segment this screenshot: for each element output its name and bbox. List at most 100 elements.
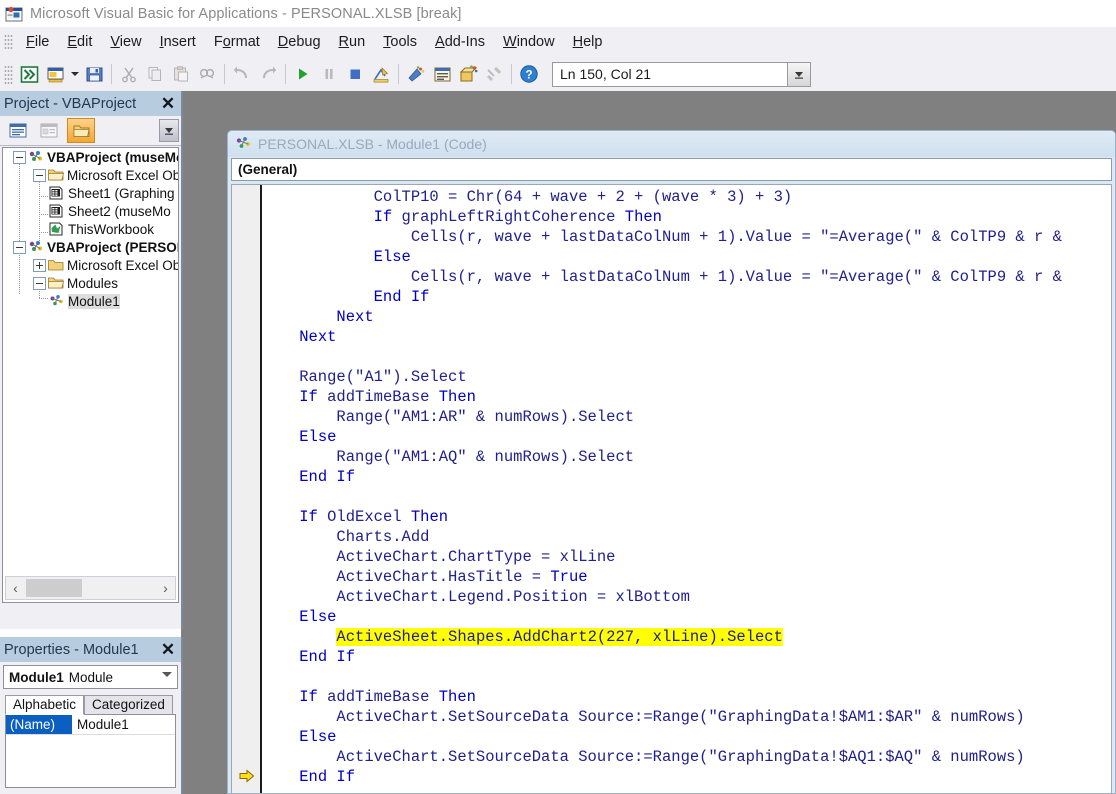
scrollbar-thumb[interactable] [26, 579, 82, 597]
property-value[interactable]: Module1 [72, 717, 129, 732]
code-line[interactable] [262, 347, 1111, 367]
menu-run[interactable]: Run [330, 31, 375, 53]
view-code-icon[interactable] [5, 119, 31, 142]
position-indicator-box[interactable]: Ln 150, Col 21 [552, 61, 811, 87]
tab-categorized[interactable]: Categorized [84, 695, 173, 715]
menu-view[interactable]: View [101, 31, 150, 53]
object-dropdown[interactable]: (General) [231, 158, 1112, 181]
property-row[interactable]: (Name) Module1 [6, 715, 175, 735]
position-dropdown-button[interactable] [787, 61, 811, 87]
code-text[interactable]: ColTP10 = Chr(64 + wave + 2 + (wave * 3)… [262, 185, 1111, 793]
tree-expander-minus-icon[interactable] [13, 150, 26, 164]
code-line[interactable]: ActiveChart.ChartType = xlLine [262, 547, 1111, 567]
code-line[interactable]: Range("AM1:AR" & numRows).Select [262, 407, 1111, 427]
tree-expander-minus-icon[interactable] [13, 240, 26, 254]
tree-expander-plus-icon[interactable] [33, 258, 46, 272]
run-icon[interactable] [291, 62, 315, 86]
menu-window[interactable]: Window [494, 31, 564, 53]
code-line[interactable]: If graphLeftRightCoherence Then [262, 207, 1111, 227]
code-line[interactable]: Range("A1").Select [262, 367, 1111, 387]
code-line[interactable]: Cells(r, wave + lastDataColNum + 1).Valu… [262, 227, 1111, 247]
menu-format[interactable]: Format [205, 31, 269, 53]
code-line[interactable]: ActiveChart.SetSourceData Source:=Range(… [262, 707, 1111, 727]
insert-userform-icon[interactable] [43, 62, 67, 86]
project-toolbar-overflow-icon[interactable] [159, 119, 179, 142]
code-line[interactable]: End If [262, 467, 1111, 487]
tree-item-sheet2[interactable]: Sheet2 (museMo [3, 202, 178, 220]
code-line[interactable]: If addTimeBase Then [262, 387, 1111, 407]
properties-window-icon[interactable] [430, 62, 454, 86]
properties-object-selector[interactable]: Module1 Module [3, 665, 178, 689]
code-line[interactable]: Next [262, 327, 1111, 347]
code-line[interactable]: If OldExcel Then [262, 507, 1111, 527]
view-excel-icon[interactable] [17, 62, 41, 86]
code-line[interactable]: ActiveSheet.Shapes.AddChart2(227, xlLine… [262, 627, 1111, 647]
code-line[interactable]: Cells(r, wave + lastDataColNum + 1).Valu… [262, 267, 1111, 287]
code-line[interactable] [262, 487, 1111, 507]
menu-grip-handle[interactable] [4, 33, 13, 51]
project-tree-horizontal-scrollbar[interactable]: ‹ › [5, 576, 176, 600]
code-line[interactable]: Next [262, 307, 1111, 327]
tree-item-thisworkbook[interactable]: ThisWorkbook [3, 220, 178, 238]
tree-expander-minus-icon[interactable] [33, 276, 46, 290]
code-editor-body[interactable]: ColTP10 = Chr(64 + wave + 2 + (wave * 3)… [231, 184, 1112, 793]
menu-file[interactable]: File [17, 31, 58, 53]
design-mode-icon[interactable] [369, 62, 393, 86]
undo-icon[interactable] [230, 62, 254, 86]
cut-icon[interactable] [117, 62, 141, 86]
code-line[interactable]: ActiveChart.HasTitle = True [262, 567, 1111, 587]
menu-tools[interactable]: Tools [374, 31, 426, 53]
paste-icon[interactable] [169, 62, 193, 86]
code-line[interactable]: Else [262, 247, 1111, 267]
chevron-down-icon[interactable] [162, 672, 172, 677]
code-line[interactable]: Else [262, 607, 1111, 627]
tree-item-vbaproject-musemo[interactable]: VBAProject (museMo [3, 148, 178, 166]
menu-addins[interactable]: Add-Ins [426, 31, 494, 53]
pause-icon[interactable] [317, 62, 341, 86]
insert-dropdown-icon[interactable] [68, 63, 81, 85]
help-icon[interactable]: ? [517, 62, 541, 86]
code-line[interactable]: End If [262, 647, 1111, 667]
code-line[interactable]: ColTP10 = Chr(64 + wave + 2 + (wave * 3)… [262, 187, 1111, 207]
menu-debug[interactable]: Debug [269, 31, 330, 53]
code-line[interactable]: End If [262, 287, 1111, 307]
view-object-icon[interactable] [36, 119, 62, 142]
tree-item-vbaproject-personal[interactable]: VBAProject (PERSON [3, 238, 178, 256]
code-line[interactable]: Else [262, 727, 1111, 747]
project-explorer-icon[interactable] [404, 62, 428, 86]
code-line[interactable]: ActiveChart.Legend.Position = xlBottom [262, 587, 1111, 607]
scroll-right-icon[interactable]: › [156, 578, 175, 598]
code-line[interactable]: If addTimeBase Then [262, 687, 1111, 707]
toggle-folders-icon[interactable] [67, 118, 95, 143]
code-line[interactable]: End If [262, 767, 1111, 787]
stop-icon[interactable] [343, 62, 367, 86]
code-line[interactable]: ActiveChart.SetSourceData Source:=Range(… [262, 747, 1111, 767]
menu-edit[interactable]: Edit [58, 31, 101, 53]
code-line[interactable]: Range("AM1:AQ" & numRows).Select [262, 447, 1111, 467]
code-line[interactable]: Else [262, 427, 1111, 447]
save-icon[interactable] [82, 62, 106, 86]
tree-expander-minus-icon[interactable] [33, 168, 46, 182]
scroll-left-icon[interactable]: ‹ [6, 578, 25, 598]
project-panel-close-icon[interactable]: ✕ [157, 93, 179, 114]
properties-grid[interactable]: (Name) Module1 [5, 714, 176, 788]
properties-panel-close-icon[interactable]: ✕ [157, 639, 179, 660]
code-line[interactable]: Charts.Add [262, 527, 1111, 547]
tree-item-sheet1[interactable]: Sheet1 (Graphing [3, 184, 178, 202]
code-line[interactable] [262, 667, 1111, 687]
menu-insert[interactable]: Insert [151, 31, 205, 53]
copy-icon[interactable] [143, 62, 167, 86]
tree-item-excel-objects-personal[interactable]: Microsoft Excel Obje [3, 256, 178, 274]
tree-item-excel-objects-musemo[interactable]: Microsoft Excel Obje [3, 166, 178, 184]
tree-item-module1[interactable]: Module1 [3, 292, 178, 310]
code-margin-indicator-bar[interactable] [232, 185, 262, 793]
tab-alphabetic[interactable]: Alphabetic [5, 695, 85, 715]
project-tree[interactable]: VBAProject (museMo Microsoft Excel Obje [2, 147, 179, 603]
toolbox-icon[interactable] [482, 62, 506, 86]
toolbar-grip-handle[interactable] [4, 64, 13, 84]
redo-icon[interactable] [256, 62, 280, 86]
object-browser-icon[interactable] [456, 62, 480, 86]
menu-help[interactable]: Help [564, 31, 612, 53]
find-icon[interactable] [195, 62, 219, 86]
tree-item-modules[interactable]: Modules [3, 274, 178, 292]
